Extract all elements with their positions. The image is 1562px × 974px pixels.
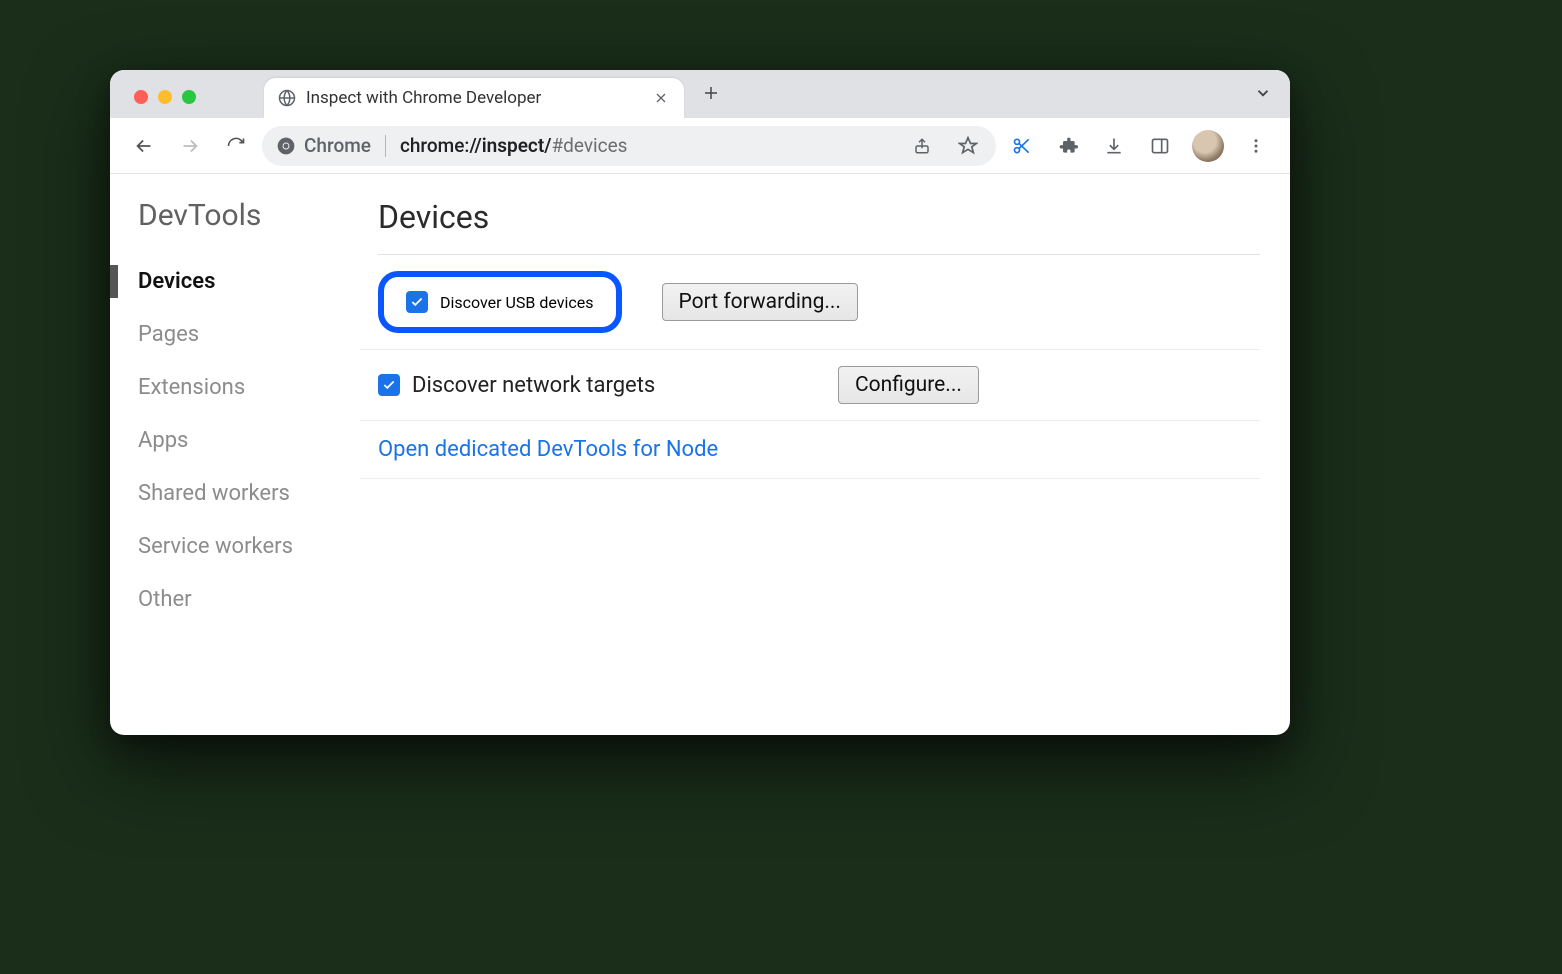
chrome-icon — [276, 136, 296, 156]
address-bar[interactable]: Chrome chrome://inspect/#devices — [262, 126, 996, 166]
discover-network-row: Discover network targets Configure... — [360, 350, 1260, 421]
traffic-lights — [128, 90, 206, 118]
browser-window: Inspect with Chrome Developer Chrome — [110, 70, 1290, 735]
sidebar-item-extensions[interactable]: Extensions — [138, 361, 360, 414]
tab-strip: Inspect with Chrome Developer — [110, 70, 1290, 118]
omnibox-divider — [385, 135, 386, 157]
new-tab-button[interactable] — [684, 83, 734, 118]
extensions-icon[interactable] — [1048, 126, 1088, 166]
chrome-badge-label: Chrome — [304, 134, 371, 157]
window-minimize-button[interactable] — [158, 90, 172, 104]
discover-usb-row: Discover USB devices Port forwarding... — [360, 255, 1260, 350]
port-forwarding-button[interactable]: Port forwarding... — [662, 283, 858, 321]
download-icon[interactable] — [1094, 126, 1134, 166]
profile-avatar[interactable] — [1192, 130, 1224, 162]
menu-icon[interactable] — [1236, 126, 1276, 166]
sidebar-item-service-workers[interactable]: Service workers — [138, 520, 360, 573]
sidebar-item-devices[interactable]: Devices — [138, 255, 360, 308]
sidebar-item-shared-workers[interactable]: Shared workers — [138, 467, 360, 520]
chrome-badge: Chrome — [276, 134, 371, 157]
window-maximize-button[interactable] — [182, 90, 196, 104]
reload-button[interactable] — [216, 126, 256, 166]
discover-usb-label: Discover USB devices — [440, 293, 594, 312]
globe-icon — [278, 89, 296, 107]
sidebar-item-pages[interactable]: Pages — [138, 308, 360, 361]
page-heading: Devices — [378, 198, 1260, 255]
close-tab-button[interactable] — [652, 89, 670, 107]
sidebar: DevTools Devices Pages Extensions Apps S… — [110, 174, 360, 735]
back-button[interactable] — [124, 126, 164, 166]
discover-usb-checkbox[interactable] — [406, 291, 428, 313]
sidepanel-icon[interactable] — [1140, 126, 1180, 166]
share-icon[interactable] — [902, 126, 942, 166]
page-content: DevTools Devices Pages Extensions Apps S… — [110, 174, 1290, 735]
window-close-button[interactable] — [134, 90, 148, 104]
discover-network-checkbox[interactable] — [378, 374, 400, 396]
scissors-icon[interactable] — [1002, 126, 1042, 166]
sidebar-item-other[interactable]: Other — [138, 573, 360, 626]
sidebar-item-apps[interactable]: Apps — [138, 414, 360, 467]
tab-overflow-button[interactable] — [1254, 84, 1272, 106]
discover-network-label: Discover network targets — [412, 373, 655, 398]
tab-title: Inspect with Chrome Developer — [306, 88, 642, 108]
bookmark-icon[interactable] — [948, 126, 988, 166]
browser-tab[interactable]: Inspect with Chrome Developer — [264, 78, 684, 118]
highlight-discover-usb: Discover USB devices — [378, 271, 622, 333]
configure-button[interactable]: Configure... — [838, 366, 979, 404]
sidebar-title: DevTools — [138, 198, 360, 233]
discover-network-group: Discover network targets — [378, 373, 798, 398]
forward-button[interactable] — [170, 126, 210, 166]
main-panel: Devices Discover USB devices Port forwar… — [360, 174, 1290, 735]
url-text: chrome://inspect/#devices — [400, 134, 892, 157]
open-node-devtools-link[interactable]: Open dedicated DevTools for Node — [378, 437, 718, 462]
toolbar: Chrome chrome://inspect/#devices — [110, 118, 1290, 174]
node-link-row: Open dedicated DevTools for Node — [360, 421, 1260, 479]
